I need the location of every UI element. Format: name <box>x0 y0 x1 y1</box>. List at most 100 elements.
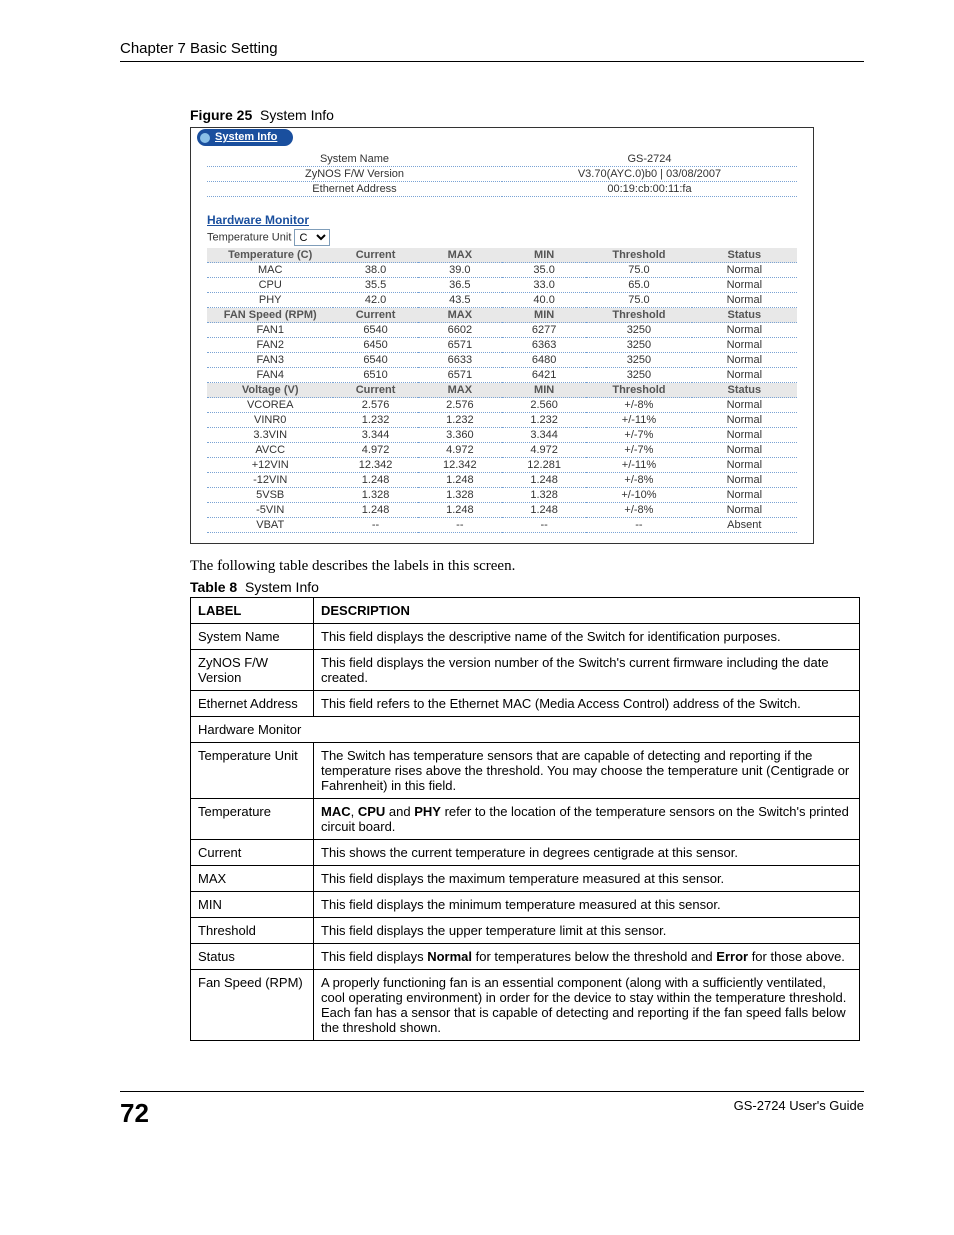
desc-text-cell: The Switch has temperature sensors that … <box>314 743 860 799</box>
hw-data-cell: 6633 <box>418 353 502 368</box>
page-footer: 72 GS-2724 User's Guide <box>120 1091 864 1129</box>
hw-data-cell: 1.232 <box>418 413 502 428</box>
hw-header-cell: MIN <box>502 248 586 263</box>
system-info-screenshot: System Info System NameGS-2724ZyNOS F/W … <box>190 127 814 544</box>
hw-data-row: 5VSB1.3281.3281.328+/-10%Normal <box>207 488 797 503</box>
hw-data-cell: +/-10% <box>586 488 691 503</box>
desc-text-cell: MAC, CPU and PHY refer to the location o… <box>314 799 860 840</box>
hw-data-cell: Normal <box>692 488 797 503</box>
system-info-tab[interactable]: System Info <box>197 129 293 146</box>
hw-header-cell: Status <box>692 248 797 263</box>
hw-data-row: FAN16540660262773250Normal <box>207 323 797 338</box>
hw-data-cell: Normal <box>692 428 797 443</box>
hw-data-cell: 12.281 <box>502 458 586 473</box>
desc-text-cell: This field displays the descriptive name… <box>314 624 860 650</box>
hw-data-cell: Normal <box>692 458 797 473</box>
hw-data-row: PHY42.043.540.075.0Normal <box>207 293 797 308</box>
hw-data-cell: 3250 <box>586 353 691 368</box>
desc-row: TemperatureMAC, CPU and PHY refer to the… <box>191 799 860 840</box>
hw-data-cell: +/-11% <box>586 458 691 473</box>
hw-data-cell: VCOREA <box>207 398 333 413</box>
desc-row: Fan Speed (RPM)A properly functioning fa… <box>191 970 860 1041</box>
sysinfo-label: System Name <box>207 152 502 167</box>
hw-data-cell: 6450 <box>333 338 417 353</box>
hw-data-cell: +/-11% <box>586 413 691 428</box>
desc-text-cell: This field displays the maximum temperat… <box>314 866 860 892</box>
table-caption: Table 8 System Info <box>190 579 864 595</box>
hw-data-cell: MAC <box>207 263 333 278</box>
desc-label-cell: MIN <box>191 892 314 918</box>
hw-data-cell: 1.248 <box>333 473 417 488</box>
hw-header-row: FAN Speed (RPM)CurrentMAXMINThresholdSta… <box>207 308 797 323</box>
hw-data-cell: 6540 <box>333 323 417 338</box>
desc-text-cell: This field displays Normal for temperatu… <box>314 944 860 970</box>
hw-data-cell: 6510 <box>333 368 417 383</box>
hw-header-cell: Temperature (C) <box>207 248 333 263</box>
hw-data-cell: -- <box>418 518 502 533</box>
hw-data-row: -5VIN1.2481.2481.248+/-8%Normal <box>207 503 797 518</box>
hw-data-cell: 3.344 <box>333 428 417 443</box>
desc-text-cell: This field displays the minimum temperat… <box>314 892 860 918</box>
desc-label-cell: ZyNOS F/W Version <box>191 650 314 691</box>
hw-data-row: FAN36540663364803250Normal <box>207 353 797 368</box>
hw-data-cell: 2.576 <box>418 398 502 413</box>
hw-data-cell: FAN4 <box>207 368 333 383</box>
hw-data-row: AVCC4.9724.9724.972+/-7%Normal <box>207 443 797 458</box>
hw-data-cell: 1.232 <box>333 413 417 428</box>
page-number: 72 <box>120 1098 149 1129</box>
guide-name: GS-2724 User's Guide <box>734 1098 864 1113</box>
desc-label-cell: System Name <box>191 624 314 650</box>
hw-data-cell: 36.5 <box>418 278 502 293</box>
desc-label-cell: Temperature <box>191 799 314 840</box>
hardware-monitor-table: Temperature (C)CurrentMAXMINThresholdSta… <box>207 248 797 533</box>
hw-data-cell: 6571 <box>418 368 502 383</box>
hw-data-cell: Normal <box>692 293 797 308</box>
desc-text-cell: This shows the current temperature in de… <box>314 840 860 866</box>
hw-header-cell: Current <box>333 308 417 323</box>
hw-data-cell: 6480 <box>502 353 586 368</box>
hw-data-cell: 75.0 <box>586 293 691 308</box>
sysinfo-value: 00:19:cb:00:11:fa <box>502 182 797 197</box>
hw-header-cell: Status <box>692 308 797 323</box>
hw-data-cell: 75.0 <box>586 263 691 278</box>
tab-bar: System Info <box>191 128 813 146</box>
desc-span-cell: Hardware Monitor <box>191 717 860 743</box>
hw-data-cell: VBAT <box>207 518 333 533</box>
sysinfo-row: System NameGS-2724 <box>207 152 797 167</box>
hw-data-cell: Normal <box>692 368 797 383</box>
hw-data-cell: 1.248 <box>333 503 417 518</box>
hw-data-cell: FAN3 <box>207 353 333 368</box>
hw-data-cell: -- <box>502 518 586 533</box>
desc-row: CurrentThis shows the current temperatur… <box>191 840 860 866</box>
temperature-unit-select[interactable]: C <box>294 229 330 246</box>
hw-header-cell: FAN Speed (RPM) <box>207 308 333 323</box>
hw-data-row: +12VIN12.34212.34212.281+/-11%Normal <box>207 458 797 473</box>
hw-data-cell: 2.576 <box>333 398 417 413</box>
desc-row: Temperature UnitThe Switch has temperatu… <box>191 743 860 799</box>
table-title: System Info <box>245 579 319 595</box>
desc-row: System NameThis field displays the descr… <box>191 624 860 650</box>
hw-data-cell: 5VSB <box>207 488 333 503</box>
tab-dot-icon <box>200 133 210 143</box>
temperature-unit-row: Temperature Unit C <box>207 229 813 246</box>
hw-data-row: -12VIN1.2481.2481.248+/-8%Normal <box>207 473 797 488</box>
figure-title: System Info <box>260 107 334 123</box>
hw-data-cell: -- <box>333 518 417 533</box>
hw-data-cell: 1.248 <box>418 503 502 518</box>
desc-header-description: DESCRIPTION <box>314 598 860 624</box>
desc-row: MAXThis field displays the maximum tempe… <box>191 866 860 892</box>
table-label: Table 8 <box>190 579 237 595</box>
desc-label-cell: Threshold <box>191 918 314 944</box>
hw-data-cell: FAN1 <box>207 323 333 338</box>
desc-label-cell: Status <box>191 944 314 970</box>
hw-data-cell: Normal <box>692 398 797 413</box>
hw-data-cell: 1.328 <box>333 488 417 503</box>
hw-data-cell: Normal <box>692 353 797 368</box>
hw-data-cell: Normal <box>692 413 797 428</box>
hw-data-cell: 3.3VIN <box>207 428 333 443</box>
hw-header-cell: MAX <box>418 248 502 263</box>
hw-data-cell: 38.0 <box>333 263 417 278</box>
system-info-table: System NameGS-2724ZyNOS F/W VersionV3.70… <box>207 152 797 197</box>
hw-data-cell: Normal <box>692 338 797 353</box>
desc-label-cell: Temperature Unit <box>191 743 314 799</box>
